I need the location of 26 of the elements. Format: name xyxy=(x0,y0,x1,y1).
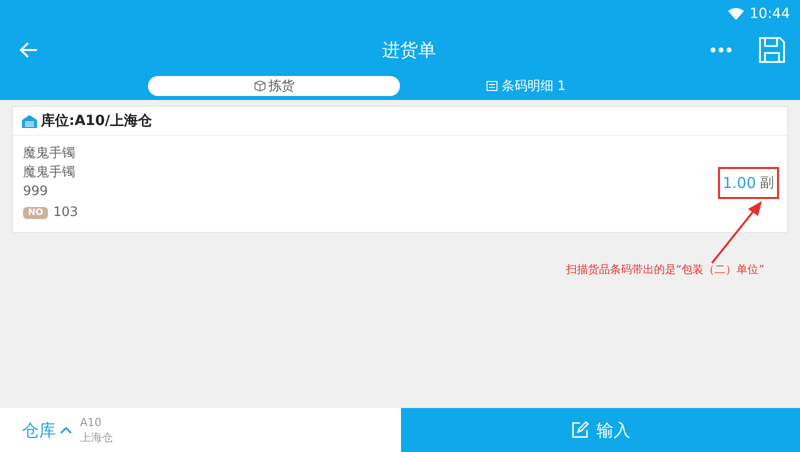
warehouse-name: 上海仓 xyxy=(80,430,113,445)
edit-icon xyxy=(570,421,588,439)
page-title: 进货单 xyxy=(381,39,437,62)
input-button[interactable]: 输入 xyxy=(401,408,800,452)
list-icon xyxy=(486,80,498,92)
quantity-value: 1.00 xyxy=(722,174,756,192)
warehouse-code: A10 xyxy=(80,415,103,430)
wifi-icon xyxy=(728,8,744,20)
item-text: 魔鬼手镯 xyxy=(23,164,76,181)
warehouse-toggle[interactable]: 仓库 xyxy=(22,418,72,442)
more-icon[interactable] xyxy=(710,47,732,53)
annotation-note: 扫描货品条码带出的是“包装（二）单位” xyxy=(566,262,764,277)
item-text: 999 xyxy=(23,183,49,200)
warehouse-icon xyxy=(22,114,37,128)
back-button[interactable] xyxy=(20,42,38,58)
no-badge: NO xyxy=(23,206,48,218)
chevron-up-icon xyxy=(60,426,72,434)
unit-label: 副 xyxy=(760,174,774,192)
tab[interactable]: 拣货 xyxy=(148,76,400,96)
location-label: 库位:A10/上海仓 xyxy=(41,112,152,130)
item-text: 魔鬼手镯 xyxy=(23,145,76,162)
tab[interactable]: 条码明细 1 xyxy=(400,76,652,96)
item-number: 103 xyxy=(53,204,78,221)
save-icon[interactable] xyxy=(758,36,786,64)
status-time: 10:44 xyxy=(750,6,790,22)
box-icon xyxy=(254,80,266,92)
